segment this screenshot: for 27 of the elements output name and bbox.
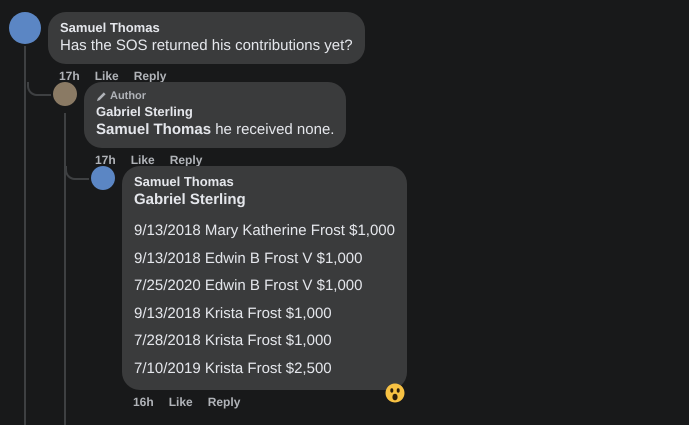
- comment-action-link[interactable]: Reply: [134, 67, 166, 85]
- comment-time[interactable]: 17h: [59, 67, 80, 85]
- comment-time[interactable]: 17h: [95, 151, 116, 169]
- comment-text: Samuel Thomas he received none.: [96, 120, 334, 140]
- comment-action-link[interactable]: Like: [94, 67, 119, 85]
- comment-action-link[interactable]: Reply: [208, 393, 240, 411]
- author-label: Author: [110, 89, 146, 103]
- commenter-name[interactable]: Samuel Thomas: [60, 19, 353, 36]
- avatar[interactable]: [91, 166, 115, 190]
- avatar[interactable]: [53, 82, 77, 106]
- comment-line: 7/28/2018 Krista Frost $1,000: [134, 331, 333, 351]
- avatar[interactable]: [9, 12, 41, 44]
- wow-emoji-icon[interactable]: [385, 383, 405, 403]
- comment-action-link[interactable]: Like: [168, 393, 193, 411]
- pencil-icon: [96, 90, 107, 102]
- comment-line: 9/13/2018 Mary Katherine Frost $1,000: [134, 221, 395, 241]
- comment-time[interactable]: 16h: [133, 393, 154, 411]
- comment-action-link[interactable]: Like: [130, 151, 155, 169]
- comment-line: 7/10/2019 Krista Frost $2,500: [134, 358, 333, 378]
- mention-link[interactable]: Gabriel Sterling: [134, 190, 395, 210]
- comment-line: 7/25/2020 Edwin B Frost V $1,000: [134, 276, 364, 296]
- comment-line: 9/13/2018 Krista Frost $1,000: [134, 304, 333, 324]
- comment-line: 9/13/2018 Edwin B Frost V $1,000: [134, 248, 364, 268]
- comment-text: Has the SOS returned his contributions yet?: [60, 36, 353, 56]
- comment-action-link[interactable]: Reply: [170, 151, 202, 169]
- commenter-name[interactable]: Samuel Thomas: [134, 173, 395, 190]
- commenter-name[interactable]: Gabriel Sterling: [96, 103, 334, 120]
